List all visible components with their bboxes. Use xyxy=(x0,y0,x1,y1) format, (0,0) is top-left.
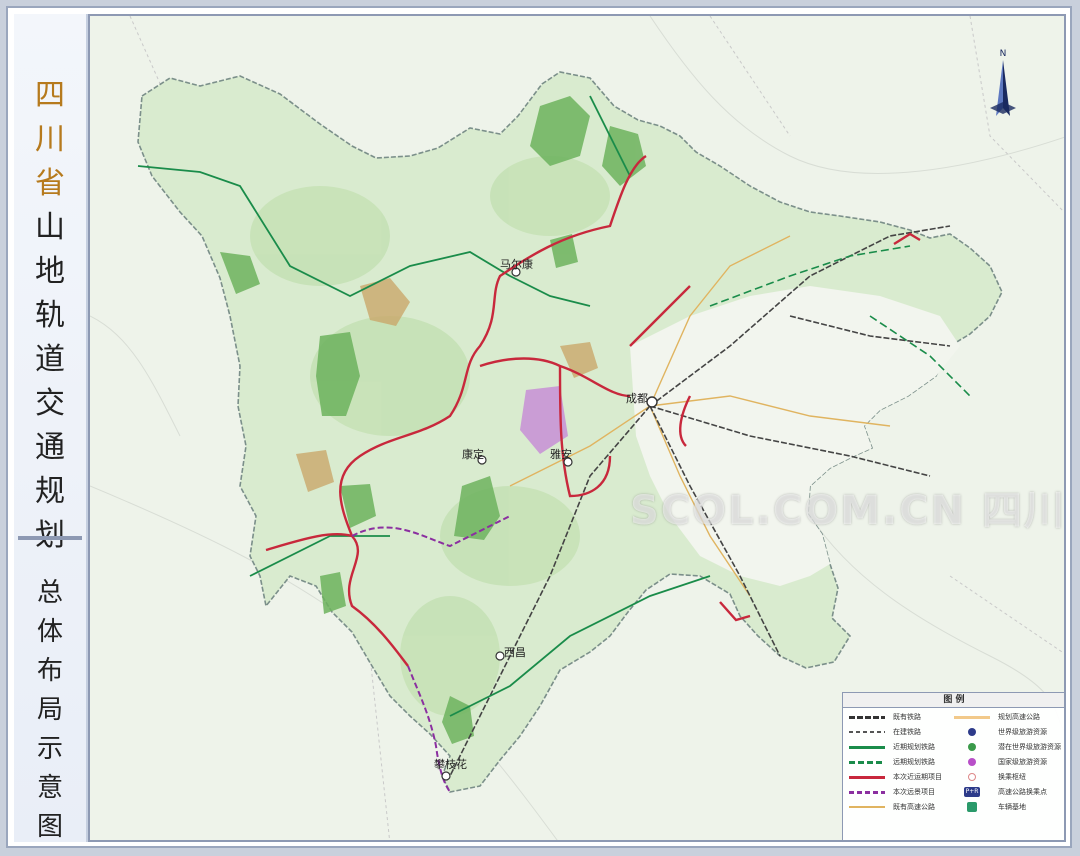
title-char: 通 xyxy=(35,430,65,465)
long-term-planned-railway-line-icon xyxy=(847,757,887,767)
vehicle-depot-box-icon xyxy=(952,802,992,812)
map-title: 四 川 省 山 地 轨 道 交 通 规 划 xyxy=(14,74,86,558)
neighbor-road xyxy=(709,16,791,137)
title-char: 道 xyxy=(35,342,65,377)
this-near-term-project-line-icon xyxy=(847,772,887,782)
subtitle-char: 布 xyxy=(36,656,63,686)
legend-item: 本次远景项目 xyxy=(847,786,948,798)
legend-label: 国家级旅游资源 xyxy=(998,758,1047,766)
this-long-term-project-line-icon xyxy=(847,787,887,797)
legend-badge: P+R xyxy=(964,787,980,797)
legend-label: 车辆基地 xyxy=(998,803,1026,811)
legend-label: 本次远景项目 xyxy=(893,788,935,796)
legend-label: 既有铁路 xyxy=(893,713,921,721)
existing-highway-line-icon xyxy=(847,802,887,812)
legend-label: 高速公路换乘点 xyxy=(998,788,1047,796)
title-char: 交 xyxy=(35,386,65,421)
legend-label: 在建铁路 xyxy=(893,728,921,736)
watermark: SCOL.COM.CN 四川在线 xyxy=(630,488,1066,534)
legend-label: 近期规划铁路 xyxy=(893,743,935,751)
legend-item: P+R 高速公路换乘点 xyxy=(952,786,1061,798)
legend-item: 在建铁路 xyxy=(847,726,948,738)
legend-item: 近期规划铁路 xyxy=(847,741,948,753)
under-construction-railway-line-icon xyxy=(847,727,887,737)
map-canvas[interactable]: 成都 康定 西昌 攀枝花 雅安 马尔康 SCOL.COM.CN 四川在线 N 图… xyxy=(88,14,1066,842)
title-char: 地 xyxy=(35,254,65,289)
map-legend: 图 例 既有铁路 规划高速公路在建铁路 世界级旅游资源近期规划铁路 潜在世界级旅游资源… xyxy=(842,692,1064,840)
near-term-planned-railway-line-icon xyxy=(847,742,887,752)
neighbor-road xyxy=(969,16,1064,213)
legend-item: 国家级旅游资源 xyxy=(952,756,1061,768)
relief-area xyxy=(490,156,610,236)
existing-railway-line-icon xyxy=(847,712,887,722)
map-subtitle: 总 体 布 局 示 意 图 xyxy=(14,574,86,847)
city-label: 雅安 xyxy=(550,448,572,461)
legend-label: 规划高速公路 xyxy=(998,713,1040,721)
title-char: 规 xyxy=(35,474,65,509)
legend-item: 规划高速公路 xyxy=(952,711,1061,723)
city-label: 攀枝花 xyxy=(434,758,467,771)
title-char: 四 xyxy=(35,78,65,113)
city-label: 成都 xyxy=(626,392,648,405)
subtitle-char: 示 xyxy=(36,734,63,764)
subtitle-char: 意 xyxy=(36,773,63,803)
legend-title: 图 例 xyxy=(843,693,1064,708)
title-char: 川 xyxy=(35,122,65,157)
legend-item: 既有铁路 xyxy=(847,711,948,723)
legend-label: 潜在世界级旅游资源 xyxy=(998,743,1061,751)
subtitle-char: 总 xyxy=(36,578,63,608)
city-marker[interactable] xyxy=(441,771,451,781)
potential-world-tourism-dot-icon xyxy=(952,742,992,752)
legend-label: 本次近运期项目 xyxy=(893,773,942,781)
legend-item: 世界级旅游资源 xyxy=(952,726,1061,738)
subtitle-char: 图 xyxy=(36,812,63,842)
title-char: 轨 xyxy=(35,298,65,333)
compass-base xyxy=(990,102,1016,114)
legend-item: 本次近运期项目 xyxy=(847,771,948,783)
compass-icon: N xyxy=(988,46,1018,132)
legend-item: 远期规划铁路 xyxy=(847,756,948,768)
city-marker[interactable] xyxy=(495,651,505,661)
title-char: 山 xyxy=(35,210,65,245)
legend-label: 远期规划铁路 xyxy=(893,758,935,766)
title-char: 省 xyxy=(35,166,65,201)
legend-label: 既有高速公路 xyxy=(893,803,935,811)
world-class-tourism-dot-icon xyxy=(952,727,992,737)
legend-label: 世界级旅游资源 xyxy=(998,728,1047,736)
subtitle-char: 体 xyxy=(36,617,63,647)
city-marker[interactable] xyxy=(646,396,658,408)
neighbor-boundary-line xyxy=(90,315,181,437)
compass-letter: N xyxy=(1000,49,1007,59)
city-label: 马尔康 xyxy=(500,258,533,271)
subtitle-char: 局 xyxy=(36,695,63,725)
planned-highway-line-icon xyxy=(952,712,992,722)
city-label: 西昌 xyxy=(504,646,526,659)
legend-item: 车辆基地 xyxy=(952,801,1061,813)
legend-item: 既有高速公路 xyxy=(847,801,948,813)
city-label: 康定 xyxy=(462,448,484,461)
legend-item: 潜在世界级旅游资源 xyxy=(952,741,1061,753)
national-tourism-dot-icon xyxy=(952,757,992,767)
transfer-hub-dot-icon xyxy=(952,772,992,782)
legend-label: 换乘枢纽 xyxy=(998,773,1026,781)
title-divider xyxy=(18,536,82,540)
legend-items: 既有铁路 规划高速公路在建铁路 世界级旅游资源近期规划铁路 潜在世界级旅游资源远期规划… xyxy=(843,708,1064,813)
legend-item: 换乘枢纽 xyxy=(952,771,1061,783)
highway-transfer-point-box-icon: P+R xyxy=(952,787,992,797)
title-panel: 四 川 省 山 地 轨 道 交 通 规 划 总 体 布 局 示 意 图 xyxy=(14,14,88,842)
